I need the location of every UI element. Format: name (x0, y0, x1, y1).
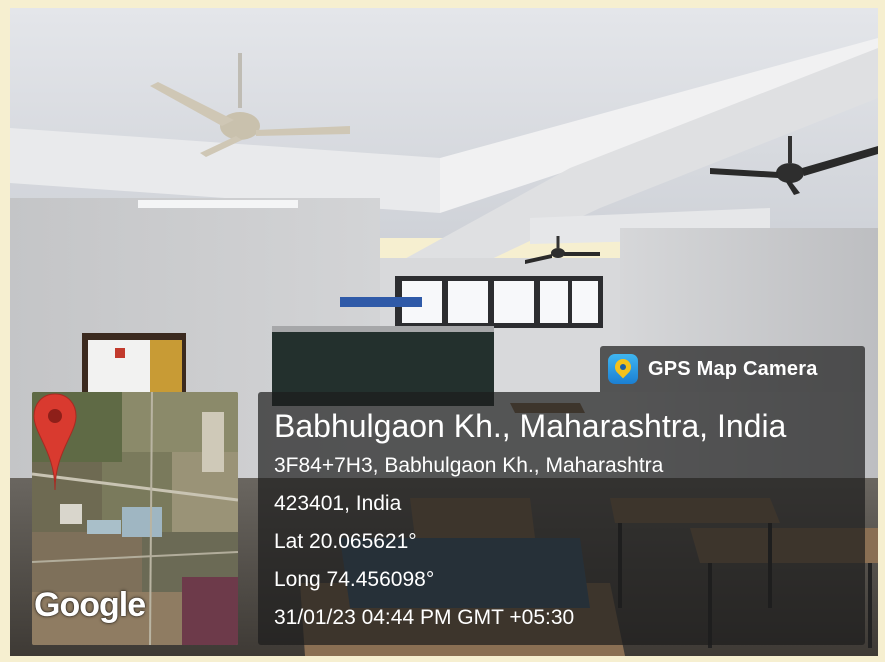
location-title: Babhulgaon Kh., Maharashtra, India (274, 408, 787, 444)
map-thumbnail: Google (32, 392, 238, 645)
gps-map-camera-icon (608, 354, 638, 384)
address-line-2: 423401, India (274, 492, 402, 515)
gps-map-camera-badge: GPS Map Camera (600, 346, 865, 392)
location-info-panel: Babhulgaon Kh., Maharashtra, India 3F84+… (258, 392, 865, 645)
address-line-1: 3F84+7H3, Babhulgaon Kh., Maharashtra (274, 454, 664, 477)
longitude-label: Long 74.456098° (274, 568, 435, 591)
badge-label: GPS Map Camera (648, 357, 818, 380)
datetime-label: 31/01/23 04:44 PM GMT +05:30 (274, 606, 575, 629)
google-logo: Google (34, 586, 146, 624)
map-pin-icon (33, 393, 77, 491)
latitude-label: Lat 20.065621° (274, 530, 417, 553)
